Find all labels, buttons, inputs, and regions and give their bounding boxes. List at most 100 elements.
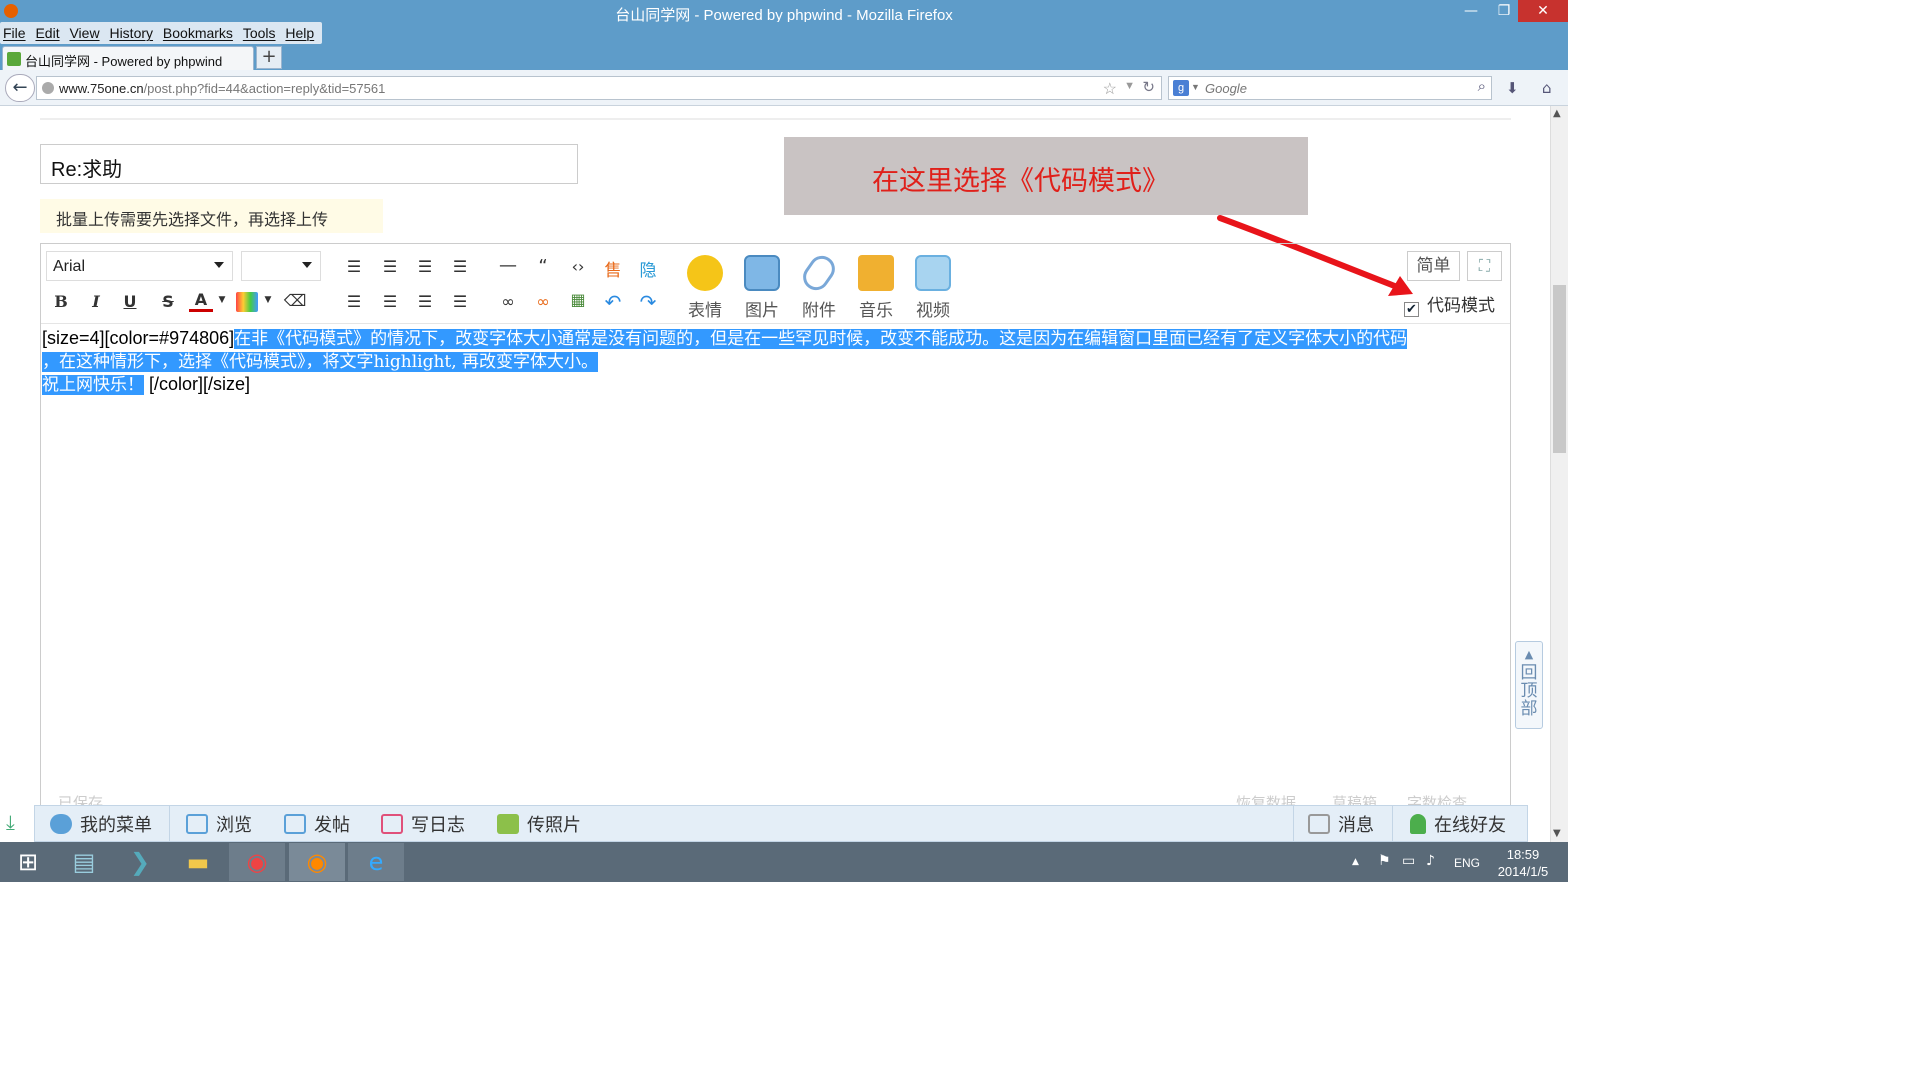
ie-icon[interactable]: e	[348, 843, 404, 881]
bookmark-star-icon[interactable]: ☆	[1103, 79, 1117, 99]
bold-icon[interactable]: B	[48, 292, 74, 311]
subject-input[interactable]: Re:求助	[40, 144, 578, 184]
browse-button[interactable]: 浏览	[186, 811, 252, 837]
downloads-icon[interactable]: ⬇	[1506, 79, 1519, 97]
tab-current[interactable]: 台山同学网 - Powered by phpwind	[2, 46, 254, 70]
messages-button[interactable]: 消息	[1308, 811, 1374, 837]
chevron-down-icon[interactable]: ▼	[262, 295, 274, 305]
hide-icon[interactable]: 隐	[635, 256, 661, 281]
menu-edit[interactable]: Edit	[32, 22, 62, 41]
align-left-icon[interactable]: ☰	[341, 257, 367, 276]
powershell-icon[interactable]: ❯	[112, 843, 168, 881]
undo-icon[interactable]: ↶	[600, 290, 626, 314]
indent-icon[interactable]: ☰	[412, 292, 438, 311]
restore-data-link[interactable]: 恢复数据	[1236, 792, 1296, 806]
quote-icon[interactable]: “	[530, 256, 556, 277]
minimize-button[interactable]: —	[1452, 0, 1490, 22]
underline-icon[interactable]: U	[117, 292, 143, 311]
unordered-list-icon[interactable]: ☰	[377, 292, 403, 311]
search-bar[interactable]: g ▼ Google ⌕	[1168, 76, 1492, 100]
align-center-icon[interactable]: ☰	[377, 257, 403, 276]
url-bar[interactable]: www.75one.cn/post.php?fid=44&action=repl…	[36, 76, 1162, 100]
url-dropdown-icon[interactable]: ▼	[1124, 80, 1135, 92]
chevron-up-icon: ▲	[1524, 648, 1534, 661]
online-friends-button[interactable]: 在线好友	[1410, 811, 1506, 837]
back-to-top-button[interactable]: ▲ 回顶部	[1515, 641, 1543, 729]
scroll-up-arrow-icon[interactable]: ▲	[1553, 108, 1561, 119]
strikethrough-icon[interactable]: S	[155, 292, 181, 311]
tray-expand-icon[interactable]: ▲	[1352, 857, 1359, 867]
input-language[interactable]: ENG	[1454, 856, 1480, 870]
download-icon[interactable]: ⤓	[6, 810, 15, 834]
font-size-select[interactable]	[241, 251, 321, 281]
search-engine-dropdown-icon[interactable]: ▼	[1191, 82, 1200, 92]
reload-icon[interactable]: ↻	[1142, 78, 1155, 96]
network-icon[interactable]: ▭	[1402, 853, 1415, 869]
scroll-down-arrow-icon[interactable]: ▼	[1553, 828, 1561, 839]
google-icon[interactable]: g	[1173, 80, 1189, 96]
drafts-link[interactable]: 草稿箱	[1332, 792, 1377, 806]
ordered-list-icon[interactable]: ☰	[341, 292, 367, 311]
upload-photo-button[interactable]: 传照片	[497, 811, 581, 837]
background-color-icon[interactable]	[236, 292, 258, 312]
table-icon[interactable]: ▦	[565, 290, 591, 309]
align-right-icon[interactable]: ☰	[412, 257, 438, 276]
simple-mode-button[interactable]: 简单	[1407, 251, 1460, 281]
restore-button[interactable]: ❐	[1490, 0, 1518, 22]
chevron-down-icon[interactable]: ▼	[216, 295, 228, 305]
horizontal-rule-icon[interactable]: —	[495, 255, 521, 276]
menu-view[interactable]: View	[66, 22, 102, 41]
font-family-select[interactable]: Arial	[46, 251, 233, 281]
menu-history[interactable]: History	[106, 22, 156, 41]
globe-icon	[42, 82, 54, 94]
sell-icon[interactable]: 售	[600, 256, 626, 281]
menu-file[interactable]: File	[0, 22, 29, 41]
folder-icon[interactable]: ▬	[170, 843, 226, 881]
write-diary-label: 写日志	[411, 815, 465, 836]
italic-icon[interactable]: I	[83, 292, 109, 311]
outdent-icon[interactable]: ☰	[447, 292, 473, 311]
image-button[interactable]: 图片	[737, 255, 787, 321]
windows-start-icon[interactable]: ⊞	[0, 843, 56, 881]
menu-tools[interactable]: Tools	[240, 22, 279, 41]
scrollbar-thumb[interactable]	[1553, 285, 1566, 453]
chrome-icon[interactable]: ◉	[229, 843, 285, 881]
music-icon	[858, 255, 894, 291]
link-icon[interactable]: ∞	[495, 292, 521, 311]
menu-help[interactable]: Help	[282, 22, 317, 41]
page-scrollbar[interactable]	[1550, 106, 1568, 842]
new-tab-button[interactable]: +	[256, 46, 282, 69]
photo-icon	[497, 814, 519, 834]
system-clock[interactable]: 18:59 2014/1/5	[1490, 846, 1556, 880]
code-mode-checkbox[interactable]: ✔ 代码模式	[1404, 291, 1495, 317]
redo-icon[interactable]: ↷	[635, 290, 661, 314]
volume-icon[interactable]: ♪	[1426, 853, 1435, 869]
smiley-icon	[687, 255, 723, 291]
back-button[interactable]: ←	[5, 74, 35, 102]
firefox-icon[interactable]: ◉	[289, 843, 345, 881]
menu-bookmarks[interactable]: Bookmarks	[160, 22, 236, 41]
fullscreen-button[interactable]: ⛶	[1467, 251, 1502, 281]
close-button[interactable]: ✕	[1518, 0, 1568, 22]
upload-photo-label: 传照片	[527, 815, 581, 836]
editor-content[interactable]: [size=4][color=#974806]在非《代码模式》的情况下，改变字体…	[42, 327, 1508, 396]
video-button[interactable]: 视频	[908, 255, 958, 321]
search-icon[interactable]: ⌕	[1478, 78, 1486, 95]
emoticon-button[interactable]: 表情	[680, 255, 730, 321]
unlink-icon[interactable]: ∞	[530, 292, 556, 311]
new-post-button[interactable]: 发帖	[284, 811, 350, 837]
upload-notice: 批量上传需要先选择文件，再选择上传	[40, 199, 383, 233]
eraser-icon[interactable]: ⌫	[282, 291, 308, 310]
music-button[interactable]: 音乐	[851, 255, 901, 321]
font-color-icon[interactable]: A	[189, 290, 213, 312]
toolbar-divider	[41, 323, 1510, 324]
align-justify-icon[interactable]: ☰	[447, 257, 473, 276]
write-diary-button[interactable]: 写日志	[381, 811, 465, 837]
attachment-button[interactable]: 附件	[794, 250, 844, 321]
home-icon[interactable]: ⌂	[1542, 79, 1552, 97]
word-count-link[interactable]: 字数检查	[1407, 792, 1467, 806]
flag-icon[interactable]: ⚑	[1378, 853, 1391, 869]
my-menu-button[interactable]: 我的菜单	[50, 811, 152, 837]
explorer-icon[interactable]: ▤	[56, 843, 112, 881]
code-icon[interactable]: ‹›	[565, 257, 591, 276]
